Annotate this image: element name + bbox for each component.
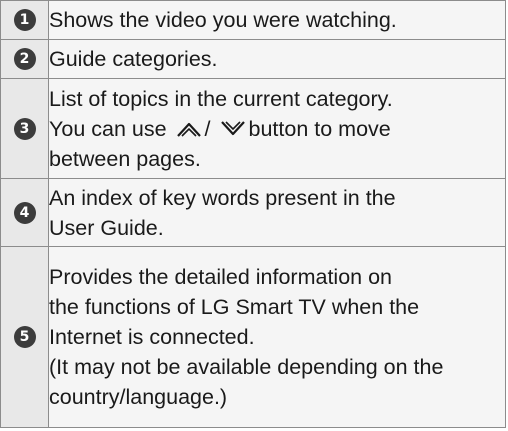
table-row: 1 Shows the video you were watching. [0,0,506,40]
chevron-up-icon [176,122,201,137]
number-cell: 4 [0,178,49,247]
table-row: 5 Provides the detailed information on t… [0,246,506,428]
guide-description-table: 1 Shows the video you were watching. 2 G… [0,0,506,428]
text-before-icons: You can use [49,116,167,141]
description-cell: Guide categories. [48,39,506,79]
description-cell: Provides the detailed information on the… [48,246,506,428]
description-text: Provides the detailed information on [49,265,393,289]
circled-number-2: 2 [13,48,36,70]
chevron-down-icon [220,120,245,135]
description-cell: List of topics in the current category. … [48,78,506,179]
description-cell: An index of key words present in the Use… [48,178,506,247]
description-text: Internet is connected. [49,325,255,349]
description-text: country/language.) [49,385,228,409]
number-cell: 1 [0,0,49,40]
description-text: the functions of LG Smart TV when the [49,295,420,319]
description-text-with-icons: You can use / button to move [49,114,505,144]
number-cell: 2 [0,39,49,79]
table-row: 2 Guide categories. [0,39,506,79]
description-text: (It may not be available depending on th… [49,355,444,379]
table-row: 3 List of topics in the current category… [0,78,506,179]
description-text: Guide categories. [49,47,218,71]
description-text: Shows the video you were watching. [49,8,397,32]
number-cell: 5 [0,246,49,428]
description-text: between pages. [49,146,201,171]
circled-number-5: 5 [13,326,36,348]
text-after-icons: button to move [248,116,391,141]
number-cell: 3 [0,78,49,179]
circled-number-4: 4 [13,201,36,224]
table-row: 4 An index of key words present in the U… [0,178,506,247]
description-text: List of topics in the current category. [49,86,393,111]
circled-number-1: 1 [13,9,36,31]
description-cell: Shows the video you were watching. [48,0,506,40]
description-text: User Guide. [49,215,164,240]
description-text: An index of key words present in the [49,185,396,210]
circled-number-3: 3 [13,117,36,140]
icon-separator: / [204,116,211,141]
